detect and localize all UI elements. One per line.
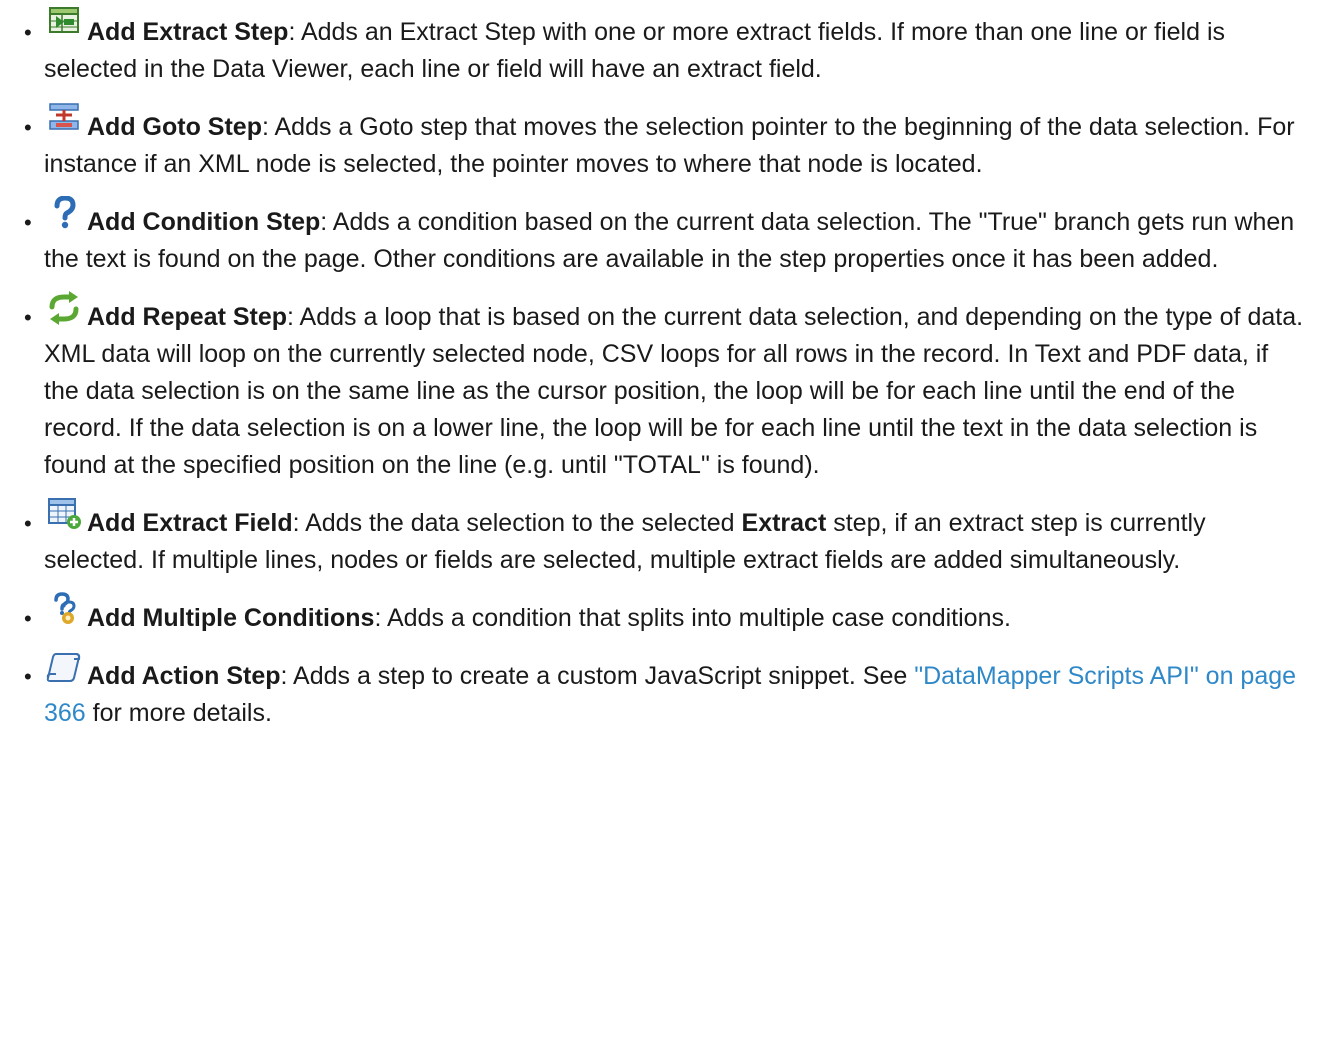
list-item-add-repeat-step: • Add Repeat Step: Adds a loop that is b… [0, 291, 1319, 484]
item-description-start: : Adds the data selection to the selecte… [292, 509, 742, 537]
action-scroll-icon [44, 653, 84, 688]
item-description: : Adds a condition that splits into mult… [374, 604, 1011, 632]
item-title: Add Goto Step [87, 113, 262, 141]
extract-step-icon [44, 7, 84, 44]
item-title: Add Extract Step [87, 18, 289, 46]
item-title: Add Extract Field [87, 509, 293, 537]
item-title: Add Action Step [87, 662, 281, 690]
list-item-add-goto-step: • Add Goto Step: Adds a Goto step that m… [0, 103, 1319, 183]
bullet: • [24, 305, 32, 330]
item-description-start: : Adds a step to create a custom JavaScr… [280, 662, 915, 690]
item-title: Add Repeat Step [87, 303, 288, 331]
bullet: • [24, 664, 32, 689]
list-item-add-extract-step: • Add Extract Step: Adds an Extract Step… [0, 7, 1319, 88]
toolbar-buttons-list: • Add Extract Step: Adds an Extract Step… [0, 0, 1319, 732]
item-description-end: for more details. [85, 699, 272, 727]
item-title: Add Multiple Conditions [87, 604, 375, 632]
item-title: Add Condition Step [87, 208, 321, 236]
goto-step-icon [44, 103, 84, 139]
extract-field-icon [44, 498, 84, 535]
extract-keyword: Extract [741, 509, 827, 537]
bullet: • [24, 210, 32, 235]
list-item-add-action-step: • Add Action Step: Adds a step to create… [0, 653, 1319, 732]
list-item-add-extract-field: • Add Extract Field: Adds the data selec… [0, 498, 1319, 579]
repeat-arrows-icon [44, 291, 84, 329]
bullet: • [24, 115, 32, 140]
bullet: • [24, 606, 32, 631]
list-item-add-multiple-conditions: • Add Multiple Conditions: Adds a condit… [0, 592, 1319, 637]
question-mark-icon [44, 196, 84, 234]
bullet: • [24, 511, 32, 536]
multiple-conditions-icon [44, 592, 84, 630]
list-item-add-condition-step: • Add Condition Step: Adds a condition b… [0, 196, 1319, 278]
bullet: • [24, 20, 32, 45]
